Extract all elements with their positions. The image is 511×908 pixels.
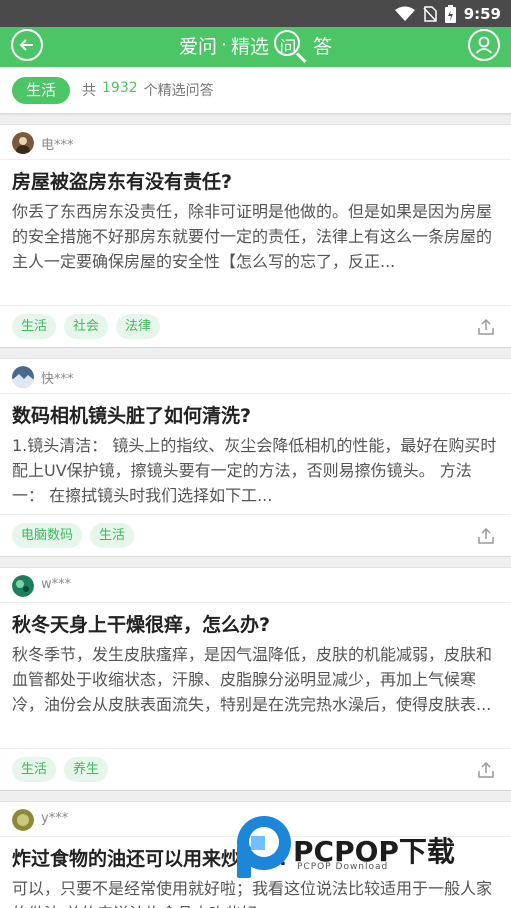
- clock: 9:59: [463, 5, 501, 23]
- avatar: [12, 809, 34, 831]
- question-excerpt[interactable]: 秋冬季节，发生皮肤瘙痒，是因气温降低，皮肤的机能减弱，皮肤和血管都处于收缩状态，…: [0, 638, 511, 738]
- share-icon[interactable]: [477, 318, 495, 336]
- card-header: 快***: [0, 359, 511, 394]
- tag[interactable]: 电脑数码: [12, 523, 83, 548]
- user-icon: [475, 36, 493, 54]
- question-card[interactable]: 快*** 数码相机镜头脏了如何清洗? 1.镜头清洁： 镜头上的指纹、灰尘会降低相…: [0, 358, 511, 557]
- count-number: 1932: [102, 80, 138, 96]
- question-excerpt[interactable]: 你丢了东西房东没责任，除非可证明是他做的。但是如果是因为房屋的安全措施不好那房东…: [0, 195, 511, 295]
- category-pill[interactable]: 生活: [12, 77, 71, 104]
- count-suffix: 个精选问答: [143, 83, 214, 99]
- username: w***: [41, 577, 72, 592]
- card-footer: 生活 社会 法律: [0, 305, 511, 347]
- pcpop-logo-icon: [237, 816, 291, 878]
- title-sub: 精选: [231, 35, 270, 58]
- search-magnifier-icon[interactable]: 问: [273, 30, 307, 64]
- tag[interactable]: 养生: [64, 757, 109, 782]
- count-prefix: 共: [82, 83, 96, 99]
- user-button[interactable]: [468, 29, 500, 61]
- username: 快***: [41, 372, 74, 387]
- no-sim-icon: [423, 6, 437, 22]
- question-card[interactable]: 电*** 房屋被盗房东有没有责任? 你丢了东西房东没责任，除非可证明是他做的。但…: [0, 124, 511, 348]
- tag[interactable]: 生活: [12, 757, 57, 782]
- title-answer: 答: [313, 35, 333, 58]
- question-title[interactable]: 数码相机镜头脏了如何清洗?: [0, 394, 511, 429]
- app-bar: 爱问 · 精选 问 答: [0, 27, 511, 67]
- question-title[interactable]: 房屋被盗房东有没有责任?: [0, 160, 511, 195]
- card-footer: 生活 养生: [0, 748, 511, 790]
- title-separator: ·: [220, 34, 228, 56]
- question-title[interactable]: 秋冬天身上干燥很痒，怎么办?: [0, 603, 511, 638]
- question-excerpt[interactable]: 1.镜头清洁： 镜头上的指纹、灰尘会降低相机的性能，最好在购买时配上UV保护镜，…: [0, 429, 511, 505]
- username: y***: [41, 811, 69, 826]
- card-header: w***: [0, 568, 511, 603]
- watermark-logo: PCPOP下载 PCPOP Download: [237, 816, 507, 886]
- page-title: 爱问 · 精选 问 答: [0, 27, 511, 64]
- battery-charging-icon: [444, 5, 456, 23]
- title-ask: 问: [279, 37, 297, 58]
- username: 电***: [41, 138, 74, 153]
- share-icon[interactable]: [477, 761, 495, 779]
- question-count: 共 1932 个精选问答: [82, 80, 214, 100]
- status-bar: 9:59: [0, 0, 511, 27]
- card-footer: 电脑数码 生活: [0, 514, 511, 556]
- tag[interactable]: 法律: [116, 314, 161, 339]
- wifi-icon: [394, 6, 415, 21]
- tag[interactable]: 生活: [90, 523, 135, 548]
- avatar: [12, 575, 34, 597]
- share-icon[interactable]: [477, 527, 495, 545]
- tag[interactable]: 社会: [64, 314, 109, 339]
- avatar: [12, 366, 34, 388]
- tag[interactable]: 生活: [12, 314, 57, 339]
- card-header: 电***: [0, 125, 511, 160]
- avatar: [12, 132, 34, 154]
- category-filter-bar: 生活 共 1932 个精选问答: [0, 67, 511, 114]
- title-main: 爱问: [178, 35, 217, 58]
- watermark-sub: PCPOP Download: [297, 862, 389, 872]
- question-card[interactable]: w*** 秋冬天身上干燥很痒，怎么办? 秋冬季节，发生皮肤瘙痒，是因气温降低，皮…: [0, 567, 511, 791]
